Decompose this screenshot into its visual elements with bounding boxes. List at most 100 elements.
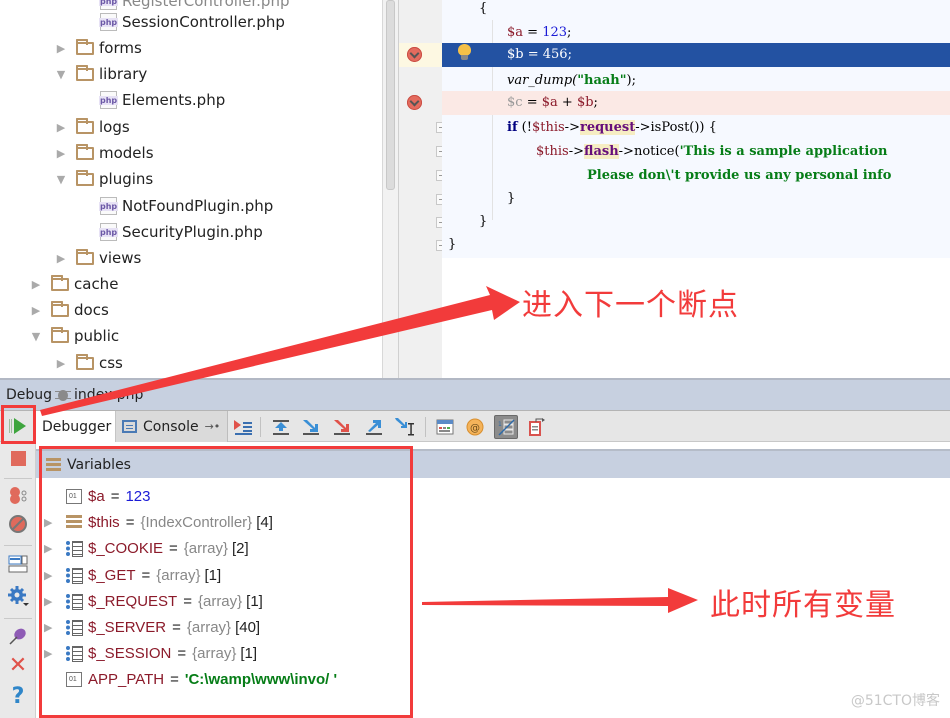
tree-item-logs[interactable]: ▶ logs (54, 114, 130, 140)
code-line: Please don\'t provide us any personal in… (587, 168, 892, 183)
collapse-arrow-icon[interactable]: ▼ (29, 330, 43, 343)
expand-arrow-icon[interactable]: ▶ (29, 278, 43, 291)
debug-toolbar: Debugger Console →• @ 1 (0, 410, 950, 442)
tree-item-label: Elements.php (122, 91, 226, 109)
tree-item-label: docs (74, 301, 109, 319)
annotation-box-resume (1, 405, 36, 444)
toolbar-separator (425, 417, 426, 437)
current-execution-line: $b = 456; (442, 43, 950, 67)
folder-icon (76, 248, 94, 265)
code-line: var_dump("haah"); (507, 73, 636, 88)
folder-icon (76, 143, 94, 160)
scrollbar-thumb[interactable] (386, 0, 395, 190)
expand-arrow-icon[interactable]: ▶ (54, 121, 68, 134)
intention-bulb-icon[interactable] (458, 44, 471, 61)
restore-layout-button[interactable] (526, 416, 548, 438)
tree-item-public[interactable]: ▼ public (29, 323, 119, 349)
step-out-button[interactable] (363, 416, 385, 438)
breakpoint-icon[interactable] (407, 95, 422, 110)
expand-arrow-icon[interactable]: ▶ (54, 252, 68, 265)
pin-button[interactable] (6, 624, 30, 648)
close-icon: ✕ (8, 653, 28, 678)
run-to-cursor-button[interactable] (394, 416, 416, 438)
debug-side-toolbar: ✕ ? (0, 442, 36, 718)
tree-item-elements[interactable]: php Elements.php (99, 87, 226, 113)
folder-icon (76, 169, 94, 186)
mute-breakpoints-button[interactable] (6, 512, 30, 536)
tree-item-label: logs (99, 118, 130, 136)
view-breakpoints-button[interactable] (6, 484, 30, 508)
code-line: } (507, 191, 516, 206)
settings-button[interactable] (6, 584, 30, 608)
tree-item-cache[interactable]: ▶ cache (29, 271, 118, 297)
step-over-button[interactable] (270, 416, 292, 438)
svg-text:1: 1 (498, 421, 502, 428)
expand-arrow-icon[interactable]: ▶ (29, 304, 43, 317)
php-file-icon: php (99, 197, 119, 215)
step-into-icon (303, 420, 319, 435)
bug-icon (55, 388, 72, 402)
tab-debugger[interactable]: Debugger (36, 411, 116, 442)
settings-icon (8, 586, 29, 606)
tab-label: Debugger (42, 418, 112, 435)
tree-item-plugins[interactable]: ▼ plugins (54, 166, 153, 192)
layout-button[interactable] (6, 552, 30, 576)
breakpoint-line: $c = $a + $b; (442, 91, 950, 115)
pin-arrow-icon: →• (204, 420, 221, 433)
code-line: $this->flash->notice('This is a sample a… (536, 144, 888, 159)
tab-console[interactable]: Console →• (116, 411, 228, 442)
evaluate-expression-button[interactable] (434, 416, 456, 438)
stop-button[interactable] (6, 446, 30, 470)
tree-item-css[interactable]: ▶ css (54, 350, 123, 376)
show-values-inline-toggle[interactable]: 1 (494, 415, 518, 439)
folder-icon (51, 300, 69, 317)
code-line: } (448, 237, 457, 252)
expand-arrow-icon[interactable]: ▶ (54, 357, 68, 370)
step-out-icon (366, 420, 382, 435)
tree-item-models[interactable]: ▶ models (54, 140, 154, 166)
debug-tool-window-title: Debug index.php (0, 378, 950, 410)
folder-icon (51, 274, 69, 291)
expand-arrow-icon[interactable]: ▶ (54, 147, 68, 160)
force-step-into-button[interactable] (331, 416, 353, 438)
debug-config-name: index.php (74, 387, 144, 403)
watch-button[interactable]: @ (464, 416, 486, 438)
restore-layout-icon (529, 418, 545, 436)
expand-arrow-icon[interactable]: ▶ (54, 42, 68, 55)
step-into-button[interactable] (300, 416, 322, 438)
folder-icon (51, 326, 69, 343)
step-over-icon (273, 420, 289, 435)
tree-item-forms[interactable]: ▶ forms (54, 35, 142, 61)
folder-icon (76, 353, 94, 370)
breakpoint-icon[interactable] (407, 47, 422, 62)
code-line: $a = 123; (507, 25, 572, 40)
tree-item-label: plugins (99, 170, 154, 188)
tree-item-label: public (74, 327, 120, 345)
tree-item-library[interactable]: ▼ library (54, 61, 147, 87)
folder-icon (76, 117, 94, 134)
code-line: } (479, 214, 488, 229)
tree-scrollbar[interactable] (382, 0, 398, 378)
run-to-cursor-icon (395, 418, 414, 436)
tree-item-label: views (99, 249, 142, 267)
console-icon (122, 420, 137, 433)
annotation-box-variables (39, 446, 413, 718)
tree-item-views[interactable]: ▶ views (54, 245, 141, 271)
tree-item-label: cache (74, 275, 119, 293)
tree-item-session-controller[interactable]: php SessionController.php (99, 9, 285, 35)
tab-label: Console (143, 418, 199, 435)
collapse-arrow-icon[interactable]: ▼ (54, 173, 68, 186)
php-file-icon: php (99, 13, 119, 31)
show-values-inline-icon: 1 (498, 419, 515, 436)
tree-item-label: SessionController.php (122, 13, 285, 31)
tree-item-security-plugin[interactable]: php SecurityPlugin.php (99, 219, 263, 245)
php-file-icon: php (99, 91, 119, 109)
tree-item-notfound-plugin[interactable]: php NotFoundPlugin.php (99, 193, 273, 219)
close-button[interactable]: ✕ (6, 654, 30, 678)
show-execution-point-icon (234, 420, 252, 435)
tree-item-docs[interactable]: ▶ docs (29, 297, 109, 323)
collapse-arrow-icon[interactable]: ▼ (54, 68, 68, 81)
help-button[interactable]: ? (6, 685, 30, 709)
editor-gutter[interactable] (398, 0, 446, 378)
show-execution-point-button[interactable] (232, 416, 254, 438)
